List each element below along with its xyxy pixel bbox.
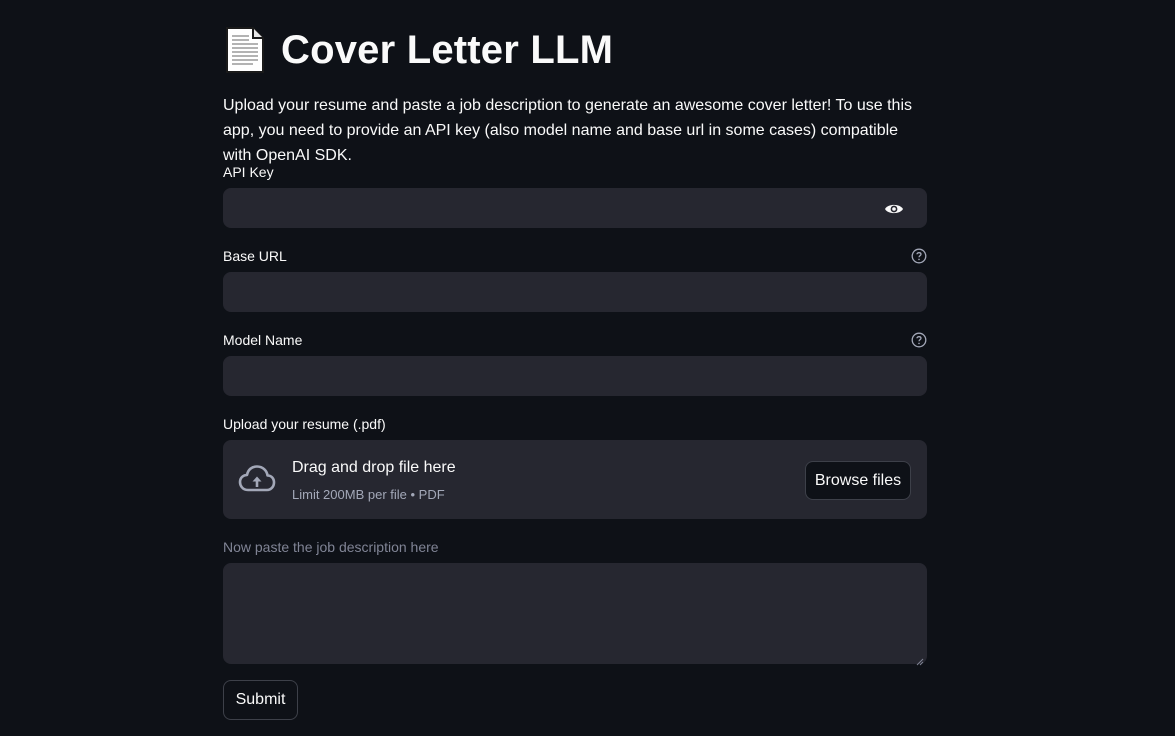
api-key-input[interactable]	[223, 188, 927, 228]
job-description-textarea[interactable]	[223, 563, 927, 666]
api-key-label-row: API Key	[223, 162, 927, 182]
resume-upload-label: Upload your resume (.pdf)	[223, 416, 386, 432]
browse-files-button[interactable]: Browse files	[805, 461, 911, 500]
submit-button[interactable]: Submit	[223, 680, 298, 720]
page-title: Cover Letter LLM	[281, 27, 614, 72]
model-name-label: Model Name	[223, 332, 303, 348]
show-password-eye-icon[interactable]	[884, 200, 904, 218]
base-url-label-row: Base URL	[223, 246, 927, 266]
model-name-input[interactable]	[223, 356, 927, 396]
resize-handle-icon[interactable]	[916, 653, 924, 666]
title-row: Cover Letter LLM	[223, 24, 613, 76]
api-key-label: API Key	[223, 164, 274, 180]
intro-text: Upload your resume and paste a job descr…	[223, 97, 912, 164]
page-facing-up-icon	[223, 26, 265, 74]
model-name-label-row: Model Name	[223, 330, 927, 350]
base-url-input[interactable]	[223, 272, 927, 312]
base-url-label: Base URL	[223, 248, 287, 264]
help-circle-icon[interactable]	[911, 248, 927, 264]
dropzone-limit-text: Limit 200MB per file • PDF	[292, 487, 445, 502]
cloud-upload-icon	[238, 464, 276, 494]
job-description-label: Now paste the job description here	[223, 539, 439, 555]
resume-file-dropzone[interactable]: Drag and drop file here Limit 200MB per …	[223, 440, 927, 519]
job-description-label-row: Now paste the job description here	[223, 537, 927, 557]
resume-label-row: Upload your resume (.pdf)	[223, 414, 927, 434]
help-circle-icon[interactable]	[911, 332, 927, 348]
dropzone-instruction: Drag and drop file here	[292, 459, 456, 476]
